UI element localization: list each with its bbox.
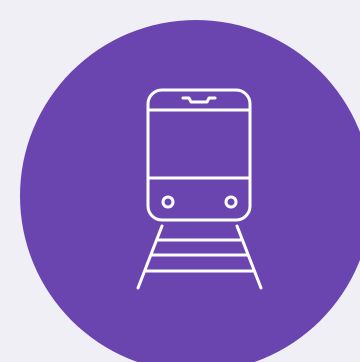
track-rails xyxy=(136,224,263,290)
track-sleepers xyxy=(143,238,255,273)
train-icon xyxy=(136,88,263,290)
train-top-vent xyxy=(181,96,217,104)
train-right-light xyxy=(224,195,238,209)
icon-stage xyxy=(0,0,360,362)
train-left-light xyxy=(161,195,175,209)
train-icon-wrap xyxy=(0,0,360,362)
train-windshield xyxy=(146,108,252,180)
